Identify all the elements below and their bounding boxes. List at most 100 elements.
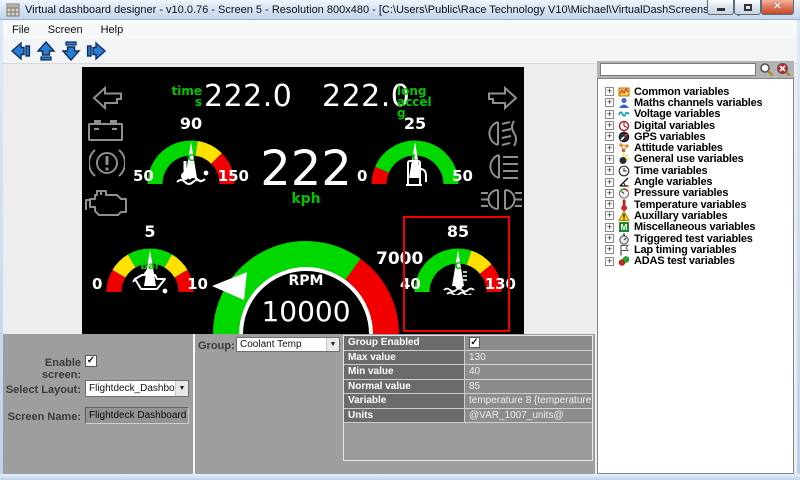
tree-item-label: Attitude variables [634,142,723,154]
enable-screen-label: Enable screen: [3,357,81,381]
oil-temp-icon [173,159,211,187]
expand-plus-icon[interactable] [605,245,614,254]
nav-forward-button[interactable] [84,41,107,62]
table-row[interactable]: Max value 130 [344,351,592,366]
battery-icon [87,118,124,142]
property-value: 130 [465,351,592,366]
tree-item-label: Pressure variables [634,187,728,199]
menu-file[interactable]: File [3,20,39,39]
minimize-button[interactable] [707,0,734,15]
tree-item-angle-variables[interactable]: Angle variables [598,176,793,187]
restore-button[interactable] [734,0,761,15]
table-row[interactable]: Min value 40 [344,365,592,380]
tree-item-digital-variables[interactable]: Digital variables [598,120,793,131]
window-title: Virtual dashboard designer - v10.0.76 - … [25,4,740,16]
tree-item-lap-timing-variables[interactable]: Lap timing variables [598,244,793,255]
time-readout-value: 222.0 [204,79,292,114]
tree-item-time-variables[interactable]: Time variables [598,165,793,176]
tree-item-gps-variables[interactable]: GPS variables [598,131,793,142]
search-icon[interactable] [759,62,774,77]
rear-fog-light-icon [486,120,520,147]
tree-item-voltage-variables[interactable]: Voltage variables [598,109,793,120]
chevron-down-icon[interactable]: ▼ [175,381,188,396]
oil-pressure-gauge[interactable]: 5 Bar 0 10 [90,220,210,304]
property-name: Units [344,409,465,424]
rpm-label: RPM [281,273,331,289]
screen-name-field[interactable]: Flightdeck Dashboard [85,407,189,424]
expand-plus-icon[interactable] [605,87,614,96]
nav-up-icon [35,41,57,61]
tree-item-label: General use variables [634,153,744,165]
expand-plus-icon[interactable] [605,155,614,164]
voltage-icon [618,108,630,120]
screen-name-label: Screen Name: [3,411,81,423]
tree-item-attitude-variables[interactable]: Attitude variables [598,142,793,153]
nav-forward-icon [85,41,107,61]
tree-item-miscellaneous-variables[interactable]: M Miscellaneous variables [598,222,793,233]
table-row[interactable]: Group Enabled [344,336,592,351]
chevron-down-icon[interactable]: ▼ [326,338,339,351]
tree-item-auxillary-variables[interactable]: Auxillary variables [598,210,793,221]
oil-pressure-min: 0 [92,275,102,293]
expand-plus-icon[interactable] [605,223,614,232]
table-row[interactable]: Units @VAR_1007_units@ [344,409,592,424]
search-input[interactable] [600,63,756,76]
tree-item-label: GPS variables [634,131,705,143]
panel-divider [193,334,195,474]
svg-text:M: M [621,223,628,232]
nav-down-button[interactable] [59,41,82,62]
attitude-icon [618,142,630,154]
expand-plus-icon[interactable] [605,200,614,209]
property-value: 40 [465,365,592,380]
fuel-max: 50 [452,167,473,185]
property-value: temperature 8 {temperature 8 [465,394,592,409]
tree-item-adas-test-variables[interactable]: ADAS test variables [598,255,793,266]
tree-item-pressure-variables[interactable]: Pressure variables [598,188,793,199]
tree-item-label: Angle variables [634,176,712,188]
expand-plus-icon[interactable] [605,178,614,187]
expand-plus-icon[interactable] [605,132,614,141]
expand-plus-icon[interactable] [605,166,614,175]
tree-item-label: Triggered test variables [634,233,753,245]
window-border-bottom [0,474,800,480]
enable-screen-checkbox[interactable] [85,355,97,367]
expand-plus-icon[interactable] [605,234,614,243]
clear-search-icon[interactable] [776,62,791,77]
menu-help[interactable]: Help [92,20,133,39]
nav-down-icon [60,41,82,61]
expand-plus-icon[interactable] [605,110,614,119]
nav-back-icon [10,41,32,61]
tree-item-triggered-test-variables[interactable]: Triggered test variables [598,233,793,244]
close-button[interactable]: ✕ [761,0,794,15]
nav-up-button[interactable] [34,41,57,62]
group-enabled-checkbox[interactable] [469,337,480,348]
fuel-gauge[interactable]: 25 L 0 50 [355,112,475,196]
tree-item-maths-channels-variables[interactable]: Maths channels variables [598,97,793,108]
tree-item-label: Common variables [634,86,729,98]
tree-item-label: Temperature variables [634,199,746,211]
expand-plus-icon[interactable] [605,189,614,198]
expand-plus-icon[interactable] [605,144,614,153]
group-dropdown[interactable]: Coolant Temp ▼ [236,337,340,352]
expand-plus-icon[interactable] [605,98,614,107]
layout-dropdown[interactable]: Flightdeck_Dashboard ▼ [85,380,189,397]
select-layout-label: Select Layout: [3,384,81,396]
tree-item-label: Auxillary variables [634,210,727,222]
title-bar: Virtual dashboard designer - v10.0.76 - … [0,0,800,20]
table-row[interactable]: Normal value 85 [344,380,592,395]
layout-dropdown-value: Flightdeck_Dashboard [86,383,175,394]
expand-plus-icon[interactable] [605,121,614,130]
expand-plus-icon[interactable] [605,257,614,266]
oil-temp-gauge[interactable]: 90 C 50 150 [131,112,251,196]
table-row[interactable]: Variable temperature 8 {temperature 8 [344,394,592,409]
tree-item-general-use-variables[interactable]: General use variables [598,154,793,165]
back-arrow-icon [92,84,123,113]
speed-value: 222 [251,141,361,197]
menu-screen[interactable]: Screen [39,20,92,39]
nav-back-button[interactable] [9,41,32,62]
tree-item-label: Voltage variables [634,108,720,120]
oil-pressure-max: 10 [187,275,208,293]
tree-item-temperature-variables[interactable]: Temperature variables [598,199,793,210]
tree-item-common-variables[interactable]: Common variables [598,86,793,97]
expand-plus-icon[interactable] [605,211,614,220]
